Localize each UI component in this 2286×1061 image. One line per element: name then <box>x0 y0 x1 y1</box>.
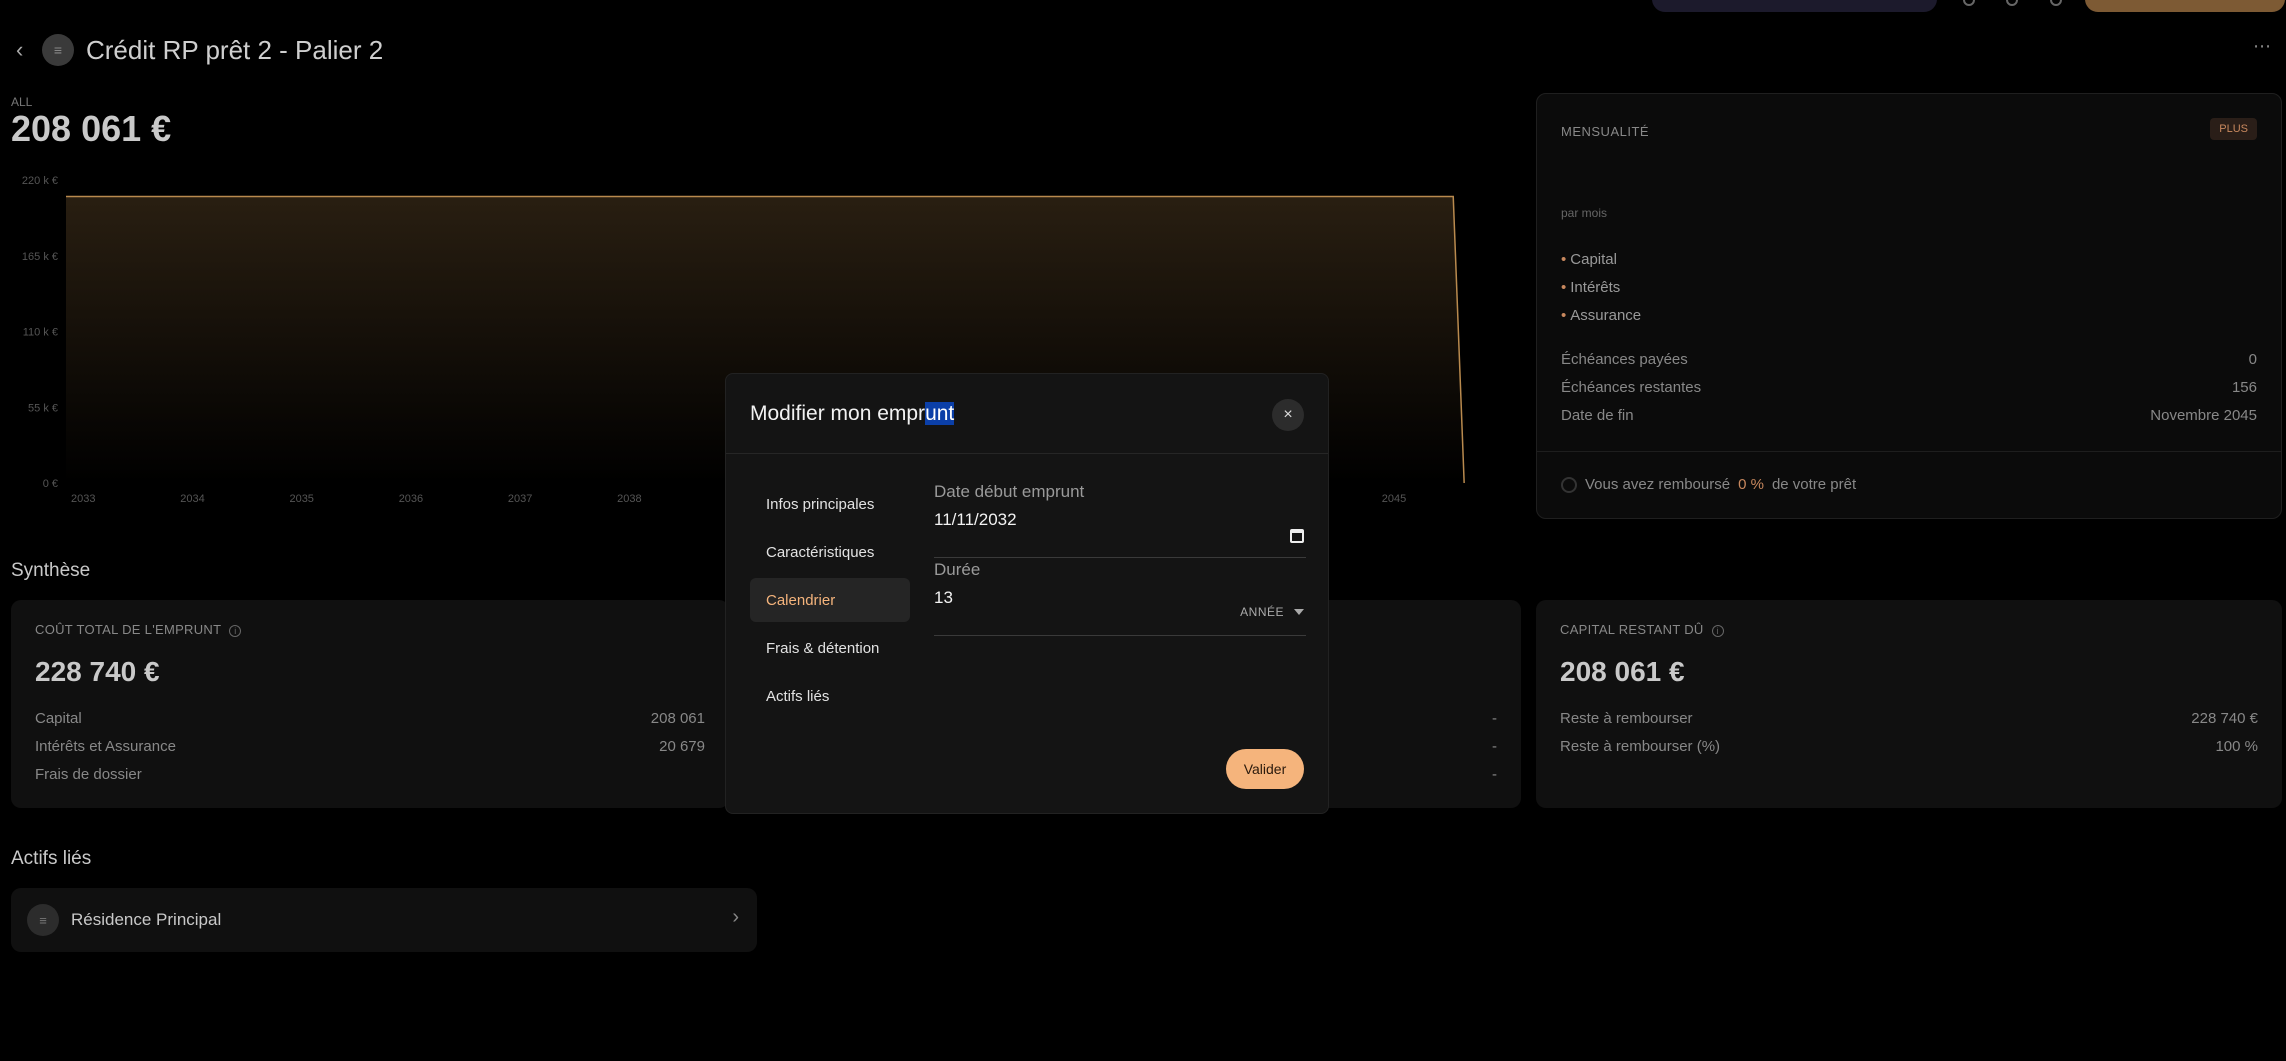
page-header: ‹ ≡ Crédit RP prêt 2 - Palier 2 <box>16 34 383 66</box>
capital-restant-card: CAPITAL RESTANT DÛ i 208 061 € Reste à re… <box>1536 600 2282 808</box>
more-options-icon[interactable]: ⋯ <box>2253 36 2272 57</box>
actif-item[interactable]: ≡ Résidence Principal › <box>11 888 757 952</box>
y-tick-label: 165 k € <box>22 251 58 263</box>
cout-total-card: COÛT TOTAL DE L'EMPRUNT i 228 740 € Capit… <box>11 600 729 808</box>
synthese-middle-card: - - - <box>1303 600 1521 808</box>
user-icon[interactable] <box>2050 0 2062 6</box>
cout-total-title: COÛT TOTAL DE L'EMPRUNT i <box>35 622 242 637</box>
duree-label: Durée <box>934 560 981 579</box>
menu-item-calendrier[interactable]: Calendrier <box>750 578 910 622</box>
date-debut-input[interactable]: 11/11/2032 <box>934 510 1306 530</box>
modal-menu: Infos principales Caractéristiques Calen… <box>750 482 910 722</box>
capital-restant-amount: 208 061 € <box>1560 656 1685 687</box>
plus-badge[interactable]: PLUS <box>2210 118 2257 140</box>
capital-row: Capital 208 061 <box>35 710 705 727</box>
y-tick-label: 110 k € <box>23 327 58 339</box>
x-tick-label: 2036 <box>399 493 423 505</box>
capital-restant-title: CAPITAL RESTANT DÛ i <box>1560 622 1724 637</box>
duree-unit-select[interactable]: ANNÉE <box>1240 605 1304 619</box>
edit-loan-modal: Modifier mon emprunt × Infos principales… <box>725 373 1329 814</box>
chevron-down-icon <box>1294 609 1304 615</box>
y-tick-label: 55 k € <box>28 402 58 414</box>
duree-field[interactable]: Durée 13 ANNÉE <box>934 560 1306 636</box>
date-de-fin-row: Date de fin Novembre 2045 <box>1561 407 2257 424</box>
per-month-label: par mois <box>1561 206 1608 220</box>
reste-row: Reste à rembourser 228 740 € <box>1560 710 2258 727</box>
menu-item-frais-detention[interactable]: Frais & détention <box>750 626 910 670</box>
progress-ring-icon <box>1561 476 1577 493</box>
middle-row: - <box>1492 710 1497 727</box>
y-tick-label: 220 k € <box>22 175 58 187</box>
legend-interets: • Intérêts <box>1561 279 1621 296</box>
date-debut-field[interactable]: Date début emprunt 11/11/2032 <box>934 482 1306 558</box>
top-bar-search[interactable] <box>1652 0 1937 12</box>
period-label: ALL <box>11 95 33 109</box>
rembourse-progress: Vous avez remboursé 0 % de votre prêt <box>1561 476 1856 493</box>
x-tick-label: 2034 <box>180 493 204 505</box>
calendar-icon[interactable] <box>1290 529 1304 543</box>
x-tick-label: 2035 <box>289 493 313 505</box>
modal-title: Modifier mon emprunt <box>750 402 955 425</box>
bell-icon[interactable] <box>1963 0 1975 6</box>
menu-item-caracteristiques[interactable]: Caractéristiques <box>750 530 910 574</box>
asset-logo-icon: ≡ <box>27 904 59 936</box>
mensualite-card: MENSUALITÉ PLUS par mois • Capital • Intér… <box>1536 93 2282 519</box>
frais-row: Frais de dossier <box>35 766 142 783</box>
interets-row: Intérêts et Assurance 20 679 <box>35 738 705 755</box>
close-icon[interactable]: × <box>1272 399 1304 431</box>
middle-row: - <box>1492 738 1497 755</box>
top-bar-action-button[interactable] <box>2085 0 2285 12</box>
back-icon[interactable]: ‹ <box>16 37 30 63</box>
actif-name: Résidence Principal <box>71 910 222 929</box>
echeances-payees-row: Échéances payées 0 <box>1561 351 2257 368</box>
divider <box>1537 451 2281 452</box>
valider-button[interactable]: Valider <box>1226 749 1304 789</box>
settings-icon[interactable] <box>2006 0 2018 6</box>
loan-logo-icon: ≡ <box>42 34 74 66</box>
mensualite-title: MENSUALITÉ <box>1561 124 1650 139</box>
selected-text: unt <box>925 402 955 425</box>
menu-item-infos-principales[interactable]: Infos principales <box>750 482 910 526</box>
date-debut-label: Date début emprunt <box>934 482 1085 501</box>
modal-header: Modifier mon emprunt × <box>726 374 1328 454</box>
middle-row: - <box>1492 766 1497 783</box>
chevron-right-icon: › <box>732 906 739 928</box>
echeances-restantes-row: Échéances restantes 156 <box>1561 379 2257 396</box>
x-tick-label: 2038 <box>617 493 641 505</box>
x-tick-label: 2045 <box>1382 493 1406 505</box>
info-icon[interactable]: i <box>1711 625 1724 637</box>
x-tick-label: 2033 <box>71 493 95 505</box>
legend-capital: • Capital <box>1561 251 1617 268</box>
page-title: Crédit RP prêt 2 - Palier 2 <box>86 34 384 65</box>
actifs-title: Actifs liés <box>11 848 92 869</box>
synthese-title: Synthèse <box>11 560 91 581</box>
x-tick-label: 2037 <box>508 493 532 505</box>
y-tick-label: 0 € <box>43 478 58 490</box>
cout-total-amount: 228 740 € <box>35 656 160 687</box>
info-icon[interactable]: i <box>229 625 242 637</box>
reste-pct-row: Reste à rembourser (%) 100 % <box>1560 738 2258 755</box>
legend-assurance: • Assurance <box>1561 307 1642 324</box>
menu-item-actifs-lies[interactable]: Actifs liés <box>750 674 910 718</box>
balance-amount: 208 061 € <box>11 108 172 149</box>
